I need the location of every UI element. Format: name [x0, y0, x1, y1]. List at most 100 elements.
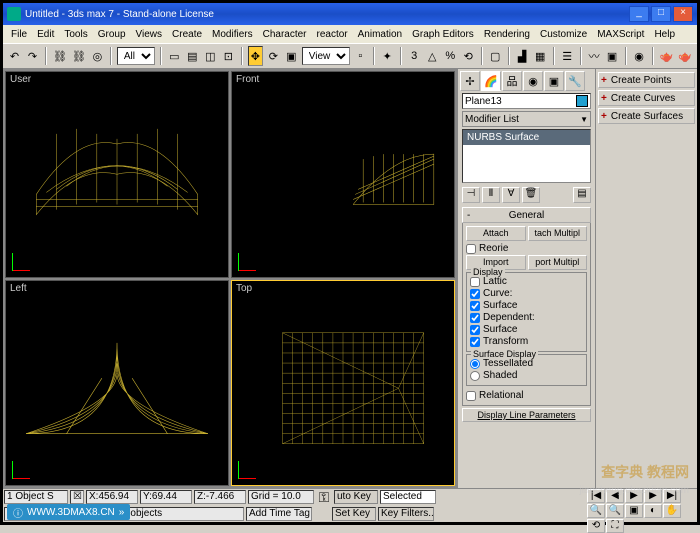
layers-button[interactable]: ☰	[560, 46, 575, 66]
object-color-swatch[interactable]	[576, 95, 588, 107]
link-button[interactable]: ⛓	[52, 46, 68, 66]
manipulate-button[interactable]: ✦	[380, 46, 395, 66]
close-button[interactable]: ×	[673, 6, 693, 22]
redo-button[interactable]: ↷	[25, 46, 40, 66]
reorient-checkbox[interactable]: Reorie	[466, 243, 587, 254]
shaded-radio[interactable]: Shaded	[470, 370, 583, 381]
add-time-tag[interactable]: Add Time Tag	[246, 507, 312, 521]
create-surfaces-button[interactable]: +Create Surfaces	[598, 108, 695, 124]
minimize-button[interactable]: _	[629, 6, 649, 22]
select-name-button[interactable]: ▤	[185, 46, 200, 66]
remove-mod-button[interactable]: 🗑	[522, 187, 540, 203]
menu-maxscript[interactable]: MAXScript	[593, 29, 648, 40]
transform-checkbox[interactable]: Transform	[470, 336, 583, 347]
menu-animation[interactable]: Animation	[354, 29, 406, 40]
tab-motion[interactable]: ◉	[523, 71, 543, 91]
rotate-button[interactable]: ⟳	[266, 46, 281, 66]
lock-toggle[interactable]: ☒	[70, 490, 84, 504]
menu-help[interactable]: Help	[650, 29, 679, 40]
mirror-button[interactable]: ▟	[515, 46, 530, 66]
ref-coord-system[interactable]: View	[302, 47, 350, 65]
display-line-params-button[interactable]: Display Line Parameters	[462, 408, 591, 422]
attach-multiple-button[interactable]: tach Multipl	[528, 226, 588, 241]
maximize-vp-button[interactable]: ⛶	[606, 519, 624, 533]
key-filters-button[interactable]: Key Filters...	[378, 507, 434, 521]
render-scene-button[interactable]: 🫖	[659, 46, 675, 66]
object-name-field[interactable]: Plane13	[465, 96, 502, 107]
create-curves-button[interactable]: +Create Curves	[598, 90, 695, 106]
menu-edit[interactable]: Edit	[33, 29, 58, 40]
zoom-button[interactable]: 🔍	[587, 504, 605, 518]
coord-x[interactable]: X:456.94	[86, 490, 138, 504]
import-multiple-button[interactable]: port Multipl	[528, 255, 588, 270]
arc-rotate-button[interactable]: ⟲	[587, 519, 605, 533]
menu-customize[interactable]: Customize	[536, 29, 591, 40]
menu-modifiers[interactable]: Modifiers	[208, 29, 257, 40]
menu-grapheditors[interactable]: Graph Editors	[408, 29, 478, 40]
percent-snap[interactable]: %	[443, 46, 458, 66]
tab-create[interactable]: ✢	[460, 71, 480, 91]
angle-snap[interactable]: △	[425, 46, 440, 66]
modifier-stack[interactable]: NURBS Surface	[462, 129, 591, 183]
viewport-top[interactable]: Top	[231, 280, 455, 487]
tab-utilities[interactable]: 🔧	[565, 71, 585, 91]
menu-group[interactable]: Group	[94, 29, 130, 40]
undo-button[interactable]: ↶	[7, 46, 22, 66]
stack-item-nurbs[interactable]: NURBS Surface	[463, 130, 590, 145]
align-button[interactable]: ▦	[533, 46, 548, 66]
maximize-button[interactable]: □	[651, 6, 671, 22]
pin-stack-button[interactable]: ⊣	[462, 187, 480, 203]
modifier-list-dropdown[interactable]: Modifier List▼	[462, 111, 591, 127]
viewport-user[interactable]: User	[5, 71, 229, 278]
menu-tools[interactable]: Tools	[60, 29, 91, 40]
curve-editor-button[interactable]: 〰	[587, 46, 602, 66]
configure-button[interactable]: ▤	[573, 187, 591, 203]
window-crossing-button[interactable]: ⊡	[221, 46, 236, 66]
surface-checkbox[interactable]: Surface	[470, 300, 583, 311]
named-sets[interactable]: ▢	[488, 46, 503, 66]
setkey-button[interactable]: Set Key	[332, 507, 376, 521]
selection-filter[interactable]: All	[117, 47, 155, 65]
snap-toggle[interactable]: 3	[407, 46, 422, 66]
menu-views[interactable]: Views	[132, 29, 167, 40]
coord-z[interactable]: Z:-7.466	[194, 490, 246, 504]
zoom-all-button[interactable]: 🔍	[606, 504, 624, 518]
fov-button[interactable]: ◐	[644, 504, 662, 518]
zoom-extents-button[interactable]: ▣	[625, 504, 643, 518]
bind-button[interactable]: ◎	[90, 46, 105, 66]
pivot-button[interactable]: ▫	[353, 46, 368, 66]
select-button[interactable]: ▭	[167, 46, 182, 66]
show-end-button[interactable]: Ⅱ	[482, 187, 500, 203]
menu-file[interactable]: File	[7, 29, 31, 40]
pan-button[interactable]: ✋	[663, 504, 681, 518]
schematic-button[interactable]: ▣	[605, 46, 620, 66]
select-region-button[interactable]: ◫	[203, 46, 218, 66]
viewport-left[interactable]: Left	[5, 280, 229, 487]
viewport-front[interactable]: Front	[231, 71, 455, 278]
menu-rendering[interactable]: Rendering	[480, 29, 534, 40]
keymode-dropdown[interactable]: Selected	[380, 490, 436, 504]
unlink-button[interactable]: ⛓	[71, 46, 87, 66]
rollout-general-header[interactable]: -General	[462, 207, 591, 223]
tab-modify[interactable]: 🌈	[481, 71, 501, 91]
create-points-button[interactable]: +Create Points	[598, 72, 695, 88]
attach-button[interactable]: Attach	[466, 226, 526, 241]
coord-y[interactable]: Y:69.44	[140, 490, 192, 504]
tessellated-radio[interactable]: Tessellated	[470, 358, 583, 369]
autokey-button[interactable]: uto Key	[334, 490, 378, 504]
tab-display[interactable]: ▣	[544, 71, 564, 91]
scale-button[interactable]: ▣	[284, 46, 299, 66]
tab-hierarchy[interactable]: 品	[502, 71, 522, 91]
move-button[interactable]: ✥	[248, 46, 263, 66]
menu-reactor[interactable]: reactor	[313, 29, 352, 40]
quick-render-button[interactable]: 🫖	[677, 46, 693, 66]
dependent-checkbox[interactable]: Dependent:	[470, 312, 583, 323]
spinner-snap[interactable]: ⟲	[461, 46, 476, 66]
key-lock-icon[interactable]: ⚿	[315, 489, 333, 506]
surface2-checkbox[interactable]: Surface	[470, 324, 583, 335]
menu-character[interactable]: Character	[259, 29, 311, 40]
relational-checkbox[interactable]: Relational	[466, 390, 587, 401]
lattice-checkbox[interactable]: Lattic	[470, 276, 583, 287]
curves-checkbox[interactable]: Curve:	[470, 288, 583, 299]
material-editor-button[interactable]: ◉	[632, 46, 647, 66]
